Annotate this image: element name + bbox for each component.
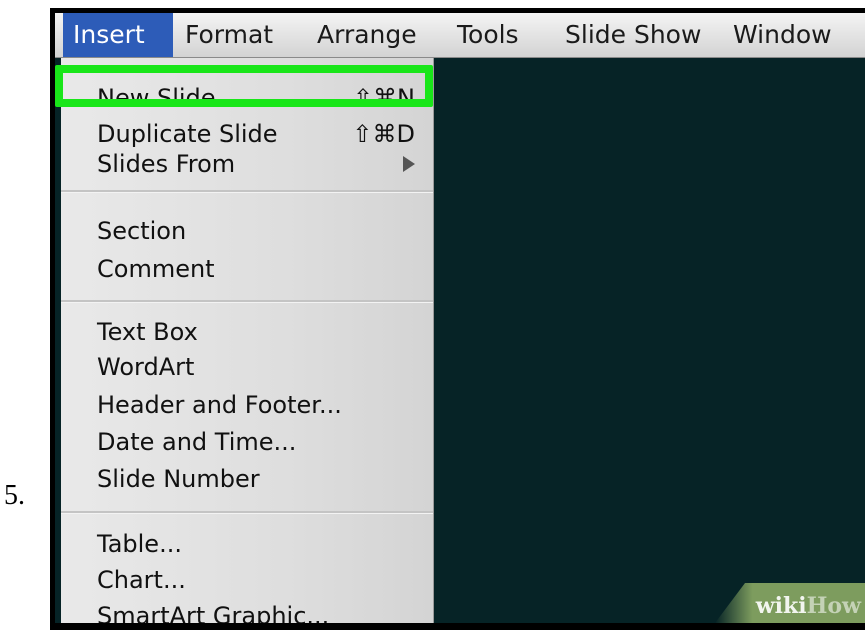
menu-item-label: Header and Footer...: [97, 391, 342, 419]
menu-item-table[interactable]: Table...: [97, 526, 415, 562]
menu-item-label: Slides From: [97, 150, 236, 178]
application-window: Insert Format Arrange Tools Slide Show W…: [55, 13, 865, 623]
menu-item-label: Text Box: [97, 318, 198, 346]
menu-insert[interactable]: Insert: [63, 13, 173, 57]
menu-window[interactable]: Window: [723, 13, 842, 57]
menu-item-label: Date and Time...: [97, 428, 297, 456]
menu-item-text-box[interactable]: Text Box: [97, 314, 415, 350]
menu-separator: [61, 511, 433, 514]
menu-slide-show[interactable]: Slide Show: [555, 13, 711, 57]
step-number: 5.: [4, 480, 25, 511]
submenu-arrow-icon: [403, 156, 415, 172]
screenshot-frame: Insert Format Arrange Tools Slide Show W…: [50, 8, 865, 630]
menu-item-label: SmartArt Graphic...: [97, 602, 330, 623]
highlight-box-duplicate-slide: [55, 65, 433, 107]
menu-item-label: Comment: [97, 255, 215, 283]
menu-arrange[interactable]: Arrange: [307, 13, 427, 57]
menu-item-smartart-graphic[interactable]: SmartArt Graphic...: [97, 598, 415, 623]
menu-item-label: Section: [97, 217, 187, 245]
menu-item-label: Table...: [97, 530, 182, 558]
menu-item-wordart[interactable]: WordArt: [97, 349, 415, 385]
menu-item-label: WordArt: [97, 353, 195, 381]
menu-item-comment[interactable]: Comment: [97, 251, 415, 287]
menu-bar: Insert Format Arrange Tools Slide Show W…: [55, 13, 865, 58]
menu-format[interactable]: Format: [175, 13, 283, 57]
menu-separator: [61, 300, 433, 303]
menu-item-header-and-footer[interactable]: Header and Footer...: [97, 387, 415, 423]
menu-item-date-and-time[interactable]: Date and Time...: [97, 424, 415, 460]
menu-separator: [61, 190, 433, 193]
menu-item-section[interactable]: Section: [97, 213, 415, 249]
menu-item-slides-from[interactable]: Slides From: [97, 146, 415, 182]
wikihow-watermark: wikiHow: [756, 593, 861, 619]
menu-item-label: Chart...: [97, 566, 186, 594]
menu-tools[interactable]: Tools: [447, 13, 529, 57]
menu-item-slide-number[interactable]: Slide Number: [97, 461, 415, 497]
menu-item-chart[interactable]: Chart...: [97, 562, 415, 598]
watermark-part-2: How: [806, 593, 861, 619]
menu-item-label: Slide Number: [97, 465, 260, 493]
insert-dropdown-menu: New Slide ⇧⌘N Duplicate Slide ⇧⌘D Slides…: [61, 58, 434, 623]
watermark-part-1: wiki: [755, 593, 807, 619]
